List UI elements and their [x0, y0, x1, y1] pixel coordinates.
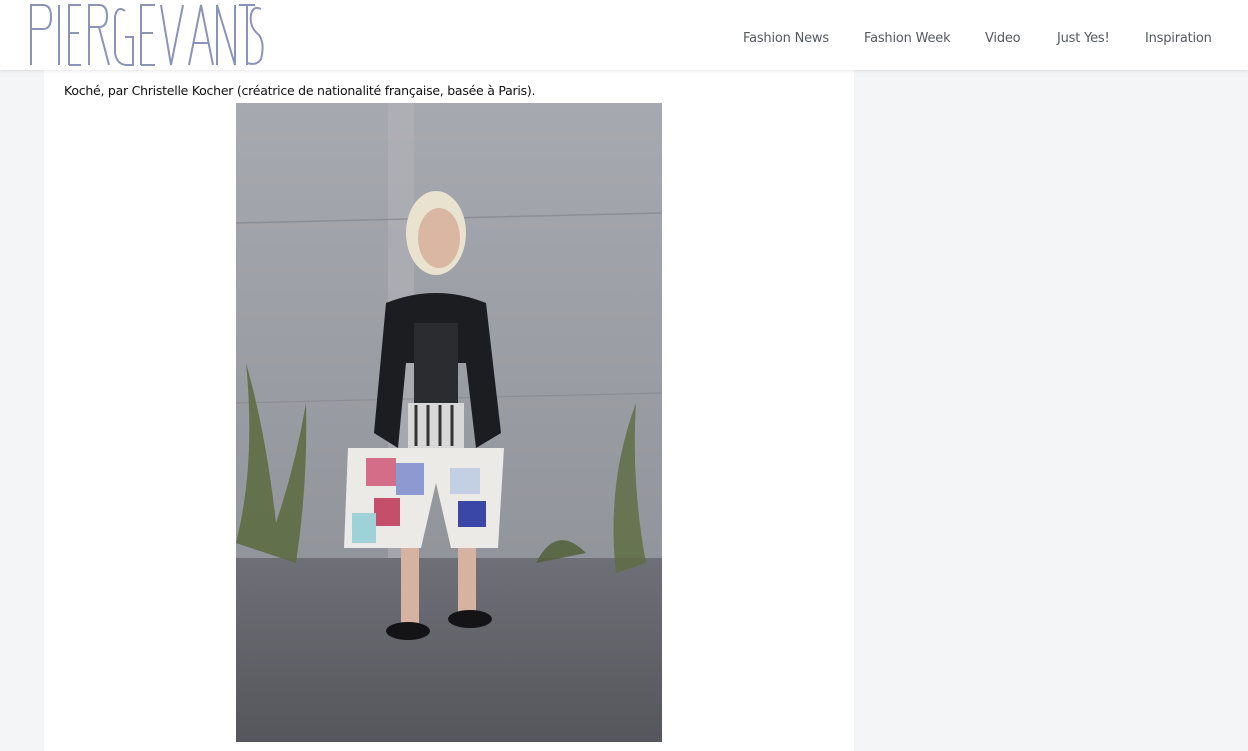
nav-just-yes[interactable]: Just Yes!	[1057, 31, 1110, 46]
fashion-photo-illustration	[236, 103, 662, 742]
nav-video[interactable]: Video	[985, 31, 1021, 46]
fashion-photo[interactable]	[236, 103, 662, 742]
nav-fashion-week[interactable]: Fashion Week	[864, 31, 951, 46]
nav-inspiration[interactable]: Inspiration	[1145, 31, 1212, 46]
nav-fashion-news[interactable]: Fashion News	[743, 31, 829, 46]
site-header: Fashion News Fashion Week Video Just Yes…	[0, 0, 1248, 70]
main-nav: Fashion News Fashion Week Video Just Yes…	[0, 0, 1248, 70]
photo-caption: Koché, par Christelle Kocher (créatrice …	[64, 83, 536, 98]
article-content: Koché, par Christelle Kocher (créatrice …	[44, 70, 854, 751]
